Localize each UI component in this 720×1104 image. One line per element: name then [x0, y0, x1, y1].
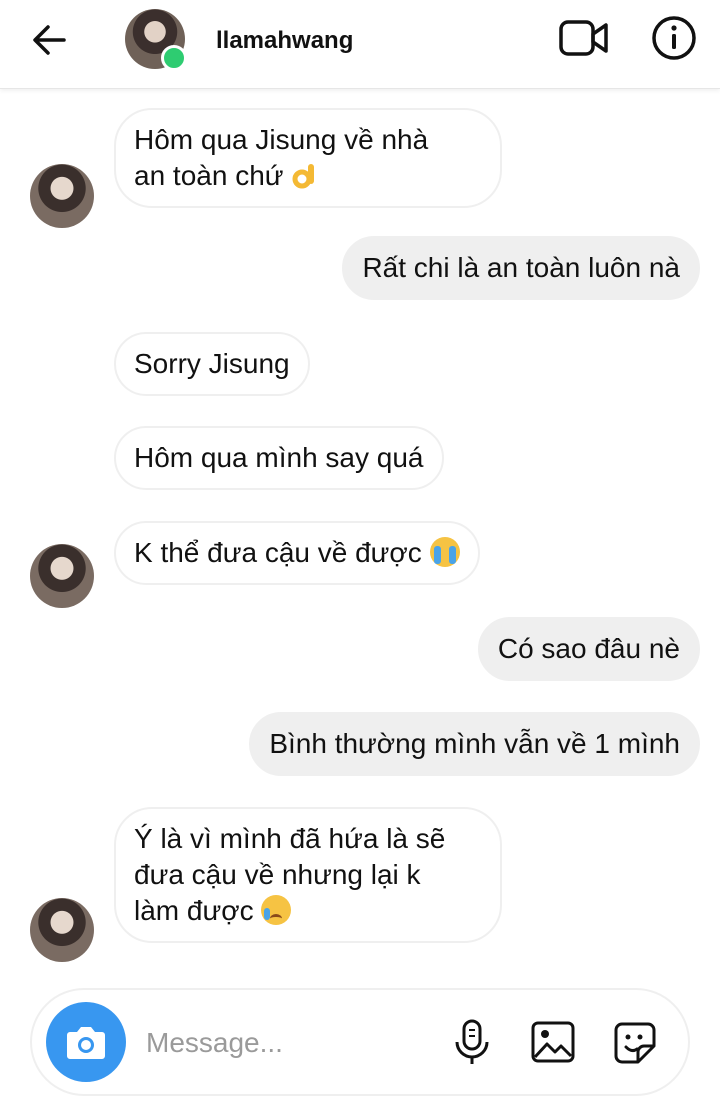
message-text: K thể đưa cậu về được — [134, 535, 460, 571]
message-text: Sorry Jisung — [134, 348, 290, 379]
arrow-left-icon — [33, 25, 66, 55]
message-text: Có sao đâu nè — [497, 633, 680, 664]
incoming-message[interactable]: Ý là vì mình đã hứa là sẽ đưa cậu về như… — [114, 807, 502, 943]
camera-icon — [67, 1027, 105, 1059]
contact-avatar[interactable] — [125, 9, 187, 71]
message-text: làm được — [134, 893, 482, 929]
ok-hand-icon — [291, 160, 321, 190]
message-input[interactable] — [144, 1020, 438, 1066]
incoming-message[interactable]: K thể đưa cậu về được — [114, 521, 480, 585]
info-icon — [652, 16, 696, 60]
outgoing-message[interactable]: Rất chi là an toàn luôn nà — [342, 236, 700, 300]
contact-username[interactable]: llamahwang — [216, 27, 353, 55]
sticker-icon — [614, 1022, 656, 1064]
incoming-message[interactable]: Hôm qua Jisung về nhà an toàn chứ — [114, 108, 502, 208]
gallery-button[interactable] — [530, 1020, 576, 1064]
message-text: an toàn chứ — [134, 158, 482, 194]
crying-face-icon — [261, 895, 292, 925]
online-status-dot — [161, 45, 187, 71]
info-button[interactable] — [650, 14, 698, 62]
image-icon — [531, 1021, 575, 1063]
message-composer — [30, 988, 690, 1096]
video-camera-icon — [559, 20, 608, 56]
outgoing-message[interactable]: Bình thường mình vẫn về 1 mình — [249, 712, 700, 776]
incoming-message[interactable]: Hôm qua mình say quá — [114, 426, 444, 490]
contact-avatar-small[interactable] — [30, 164, 94, 228]
sticker-button[interactable] — [612, 1020, 658, 1066]
message-text: Hôm qua mình say quá — [134, 442, 424, 473]
message-text: Hôm qua Jisung về nhà — [134, 124, 429, 155]
message-text: Ý là vì mình đã hứa là sẽ — [134, 823, 446, 854]
camera-button[interactable] — [46, 1002, 126, 1082]
voice-message-button[interactable] — [452, 1018, 492, 1066]
message-text: Rất chi là an toàn luôn nà — [362, 252, 680, 283]
chat-header: llamahwang — [0, 0, 720, 89]
contact-avatar-small[interactable] — [30, 898, 94, 962]
message-text: Bình thường mình vẫn về 1 mình — [269, 728, 680, 759]
outgoing-message[interactable]: Có sao đâu nè — [477, 617, 700, 681]
contact-avatar-small[interactable] — [30, 544, 94, 608]
loudly-crying-face-icon — [429, 537, 460, 567]
back-button[interactable] — [28, 20, 72, 60]
video-call-button[interactable] — [558, 16, 610, 60]
message-text: đưa cậu về nhưng lại k — [134, 859, 421, 890]
incoming-message[interactable]: Sorry Jisung — [114, 332, 310, 396]
microphone-icon — [455, 1019, 489, 1064]
